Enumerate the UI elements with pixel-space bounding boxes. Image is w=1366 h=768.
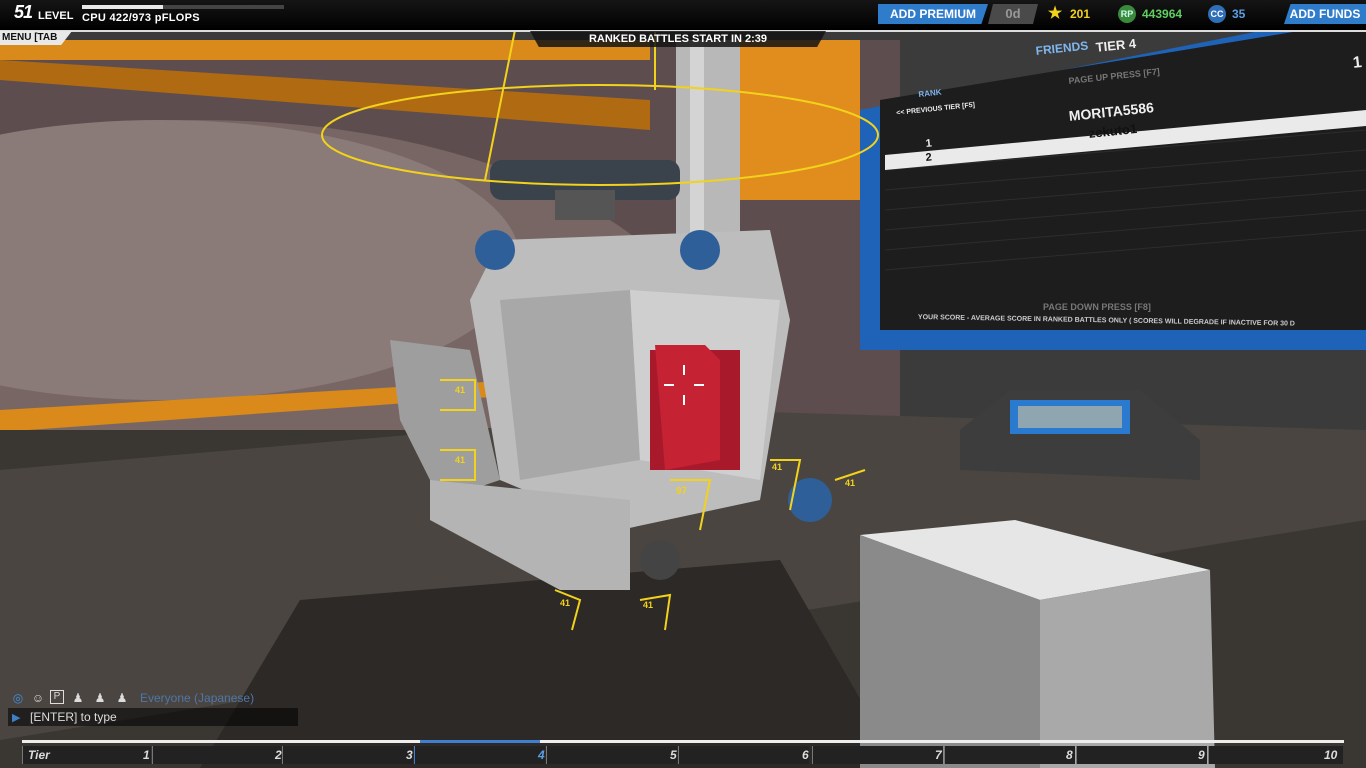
cosmetic-credits: CC 35 [1206, 4, 1245, 24]
tier-number: 6 [802, 748, 809, 762]
robot-power-label: 41 [560, 598, 571, 608]
globe-icon[interactable]: ◎ [10, 690, 26, 706]
add-premium-button[interactable]: ADD PREMIUM [878, 4, 988, 24]
page-down-hint[interactable]: PAGE DOWN PRESS [F8] [1043, 302, 1151, 312]
tier-progress-fill [420, 740, 540, 743]
robits-balance: RP 443964 [1116, 4, 1182, 24]
leaderboard-rank: 2 [925, 151, 933, 164]
garage-scene [0, 0, 1366, 768]
menu-tab-button[interactable]: MENU [TAB [0, 31, 72, 45]
level-number: 51 [14, 2, 33, 22]
level-label: LEVEL [38, 10, 74, 22]
robot-power-label: 41 [643, 600, 654, 610]
tier-number: 5 [670, 748, 677, 762]
p-icon[interactable]: P [50, 690, 64, 704]
user-8-icon[interactable]: ♟ [114, 690, 130, 706]
robot-power-label: 97 [676, 486, 688, 497]
tech-points: ★ 201 [1044, 4, 1090, 24]
chat-channel-label[interactable]: Everyone (Japanese) [140, 691, 254, 705]
leaderboard-rank: 1 [925, 137, 933, 150]
tier-number: 10 [1324, 748, 1338, 762]
robits-value: 443964 [1142, 7, 1183, 21]
premium-days: 0d [988, 4, 1038, 24]
cc-icon: CC [1208, 5, 1226, 23]
robot-power-label: 41 [845, 478, 856, 488]
top-hud-bar: 51 LEVEL CPU 422/973 pFLOPS ADD PREMIUM … [0, 0, 1366, 32]
ranked-battle-timer: RANKED BATTLES START IN 2:39 [530, 31, 826, 47]
tier-number: 2 [275, 748, 282, 762]
leaderboard-corner-number: 1 [1352, 54, 1363, 72]
user-2-icon[interactable]: ♟ [92, 690, 108, 706]
tier-number: 1 [143, 748, 150, 762]
tier-progress-bar: Tier 1 2 3 4 5 6 7 8 9 10 [22, 740, 1344, 768]
person-icon[interactable]: ☺ [30, 690, 46, 706]
add-funds-button[interactable]: ADD FUNDS [1284, 4, 1366, 24]
user-1-icon[interactable]: ♟ [70, 690, 86, 706]
tier-bar-label: Tier [28, 748, 50, 762]
tech-points-value: 201 [1070, 7, 1091, 21]
chat-input[interactable]: ▶ [ENTER] to type [8, 708, 298, 726]
robot-power-label: 41 [772, 462, 783, 472]
robot-power-label: 41 [455, 455, 466, 465]
tier-number: 7 [935, 748, 942, 762]
tier-number: 8 [1066, 748, 1073, 762]
star-icon: ★ [1047, 5, 1063, 22]
level-progress-bar [82, 5, 284, 9]
tier-number-current: 4 [538, 748, 545, 762]
chat-placeholder: [ENTER] to type [30, 710, 117, 724]
cc-value: 35 [1232, 7, 1246, 21]
robot-power-label: 41 [455, 385, 466, 395]
robits-icon: RP [1118, 5, 1136, 23]
cpu-readout: CPU 422/973 pFLOPS [82, 12, 200, 24]
chevron-right-icon: ▶ [12, 712, 21, 724]
tier-number: 9 [1198, 748, 1205, 762]
tier-number: 3 [406, 748, 413, 762]
